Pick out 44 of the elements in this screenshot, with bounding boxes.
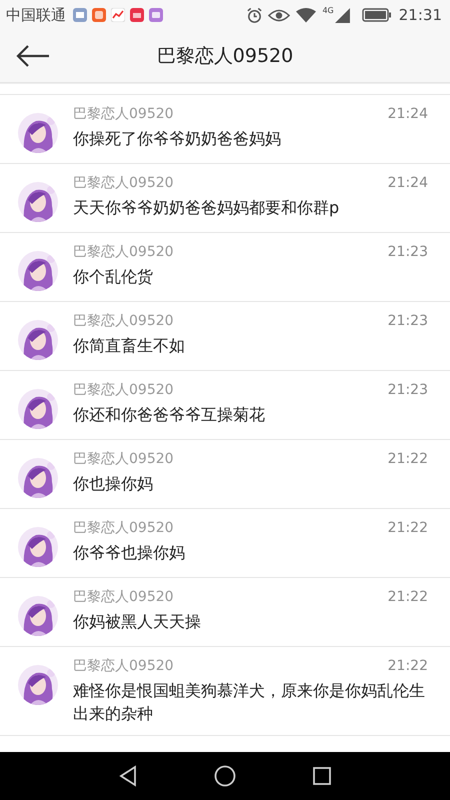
sender-name: 巴黎恋人09520 — [73, 174, 174, 192]
wifi-icon — [295, 6, 318, 24]
sender-name: 巴黎恋人09520 — [73, 381, 174, 399]
app-icon — [92, 8, 106, 22]
network-type: 4G — [322, 6, 334, 14]
sender-name: 巴黎恋人09520 — [73, 243, 174, 261]
app-icon — [73, 8, 87, 22]
message-text: 你妈被黑人天天操 — [73, 611, 202, 633]
recent-apps-icon[interactable] — [310, 765, 333, 787]
message-text: 你简直畜生不如 — [73, 335, 186, 357]
message-time: 21:22 — [388, 658, 428, 674]
message-time: 21:23 — [388, 382, 428, 398]
message-time: 21:23 — [388, 313, 428, 329]
sender-name: 巴黎恋人09520 — [73, 105, 174, 123]
message-time: 21:22 — [388, 520, 428, 536]
message-time: 21:24 — [388, 106, 428, 122]
message-text: 你爷爷也操你妈 — [73, 542, 186, 564]
chat-title: 巴黎恋人09520 — [156, 44, 294, 69]
app-icon — [130, 8, 144, 22]
battery-icon — [362, 7, 392, 23]
signal-icon — [334, 6, 351, 24]
app-icon — [149, 8, 163, 22]
sender-name: 巴黎恋人09520 — [73, 588, 174, 606]
message-text: 天天你爷爷奶奶爸爸妈妈都要和你群p — [73, 197, 340, 219]
alarm-clock-icon — [246, 6, 264, 24]
sender-name: 巴黎恋人09520 — [73, 312, 174, 330]
message-text: 你还和你爸爸爷爷互操菊花 — [73, 404, 266, 426]
message-text: 难怪你是恨国蛆美狗慕洋犬，原来你是你妈乱伦生出来的杂种 — [73, 680, 426, 725]
sender-name: 巴黎恋人09520 — [73, 450, 174, 468]
message-time: 21:23 — [388, 244, 428, 260]
carrier-name: 中国联通 — [6, 6, 66, 24]
message-text: 你操死了你爷爷奶奶爸爸妈妈 — [73, 128, 282, 150]
sender-name: 巴黎恋人09520 — [73, 657, 174, 675]
message-time: 21:22 — [388, 451, 428, 467]
app-icon — [111, 8, 125, 22]
message-text: 你个乱伦货 — [73, 266, 154, 288]
message-time: 21:24 — [388, 175, 428, 191]
clock-time: 21:31 — [398, 6, 442, 24]
message-time: 21:22 — [388, 589, 428, 605]
eye-icon — [268, 6, 290, 24]
home-icon[interactable] — [214, 765, 236, 787]
message-text: 你也操你妈 — [73, 473, 154, 495]
back-arrow-icon[interactable] — [16, 45, 50, 67]
sender-name: 巴黎恋人09520 — [73, 519, 174, 537]
